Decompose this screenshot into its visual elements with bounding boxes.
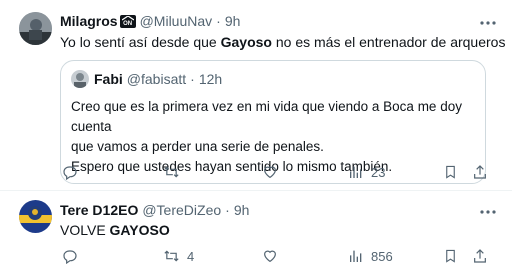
avatar-fabi xyxy=(71,70,89,88)
highlighted-word: Gayoso xyxy=(220,34,272,50)
avatar-milagros[interactable] xyxy=(19,12,52,45)
share-icon xyxy=(474,165,486,179)
author-name[interactable]: Milagros xyxy=(60,13,118,29)
like-button[interactable] xyxy=(262,164,278,180)
retweet-icon xyxy=(164,166,179,178)
reply-button[interactable] xyxy=(62,164,78,180)
tweet-time[interactable]: 9h xyxy=(225,13,241,29)
views-icon xyxy=(350,166,362,178)
tweet-time[interactable]: 9h xyxy=(234,202,250,218)
retweet-icon xyxy=(164,250,179,262)
tweet1-header: Milagros ON @MiluuNav · 9h xyxy=(60,13,240,29)
views-count: 23 xyxy=(371,164,386,180)
share-button[interactable] xyxy=(472,248,488,264)
tweet-text: VOLVE GAYOSO xyxy=(60,222,170,238)
views-icon xyxy=(350,250,362,262)
views-button[interactable]: 856 xyxy=(348,248,393,264)
reply-icon xyxy=(63,250,77,264)
tweet-text: Yo lo sentí así desde que Gayoso no es m… xyxy=(60,34,506,50)
avatar-photo xyxy=(19,12,52,45)
reply-button[interactable] xyxy=(62,248,78,264)
tweet2-header: Tere D12EO @TereDiZeo · 9h xyxy=(60,202,249,218)
quote-header: Fabi @fabisatt · 12h xyxy=(94,71,222,87)
tweet-divider xyxy=(0,190,512,191)
share-icon xyxy=(474,249,486,263)
quote-time: 12h xyxy=(198,71,223,87)
bookmark-button[interactable] xyxy=(443,164,458,180)
avatar-tere[interactable] xyxy=(19,200,52,233)
quote-author-handle: @fabisatt xyxy=(126,71,187,87)
like-button[interactable] xyxy=(262,248,278,264)
avatar-photo xyxy=(71,70,89,88)
views-button[interactable]: 23 xyxy=(348,164,385,180)
bookmark-icon xyxy=(446,249,455,263)
retweet-count: 4 xyxy=(187,248,195,264)
author-handle[interactable]: @MiluuNav xyxy=(140,13,213,29)
separator-dot: · xyxy=(216,13,221,29)
views-count: 856 xyxy=(371,248,393,264)
quote-author-name: Fabi xyxy=(94,71,123,87)
author-badge: ON xyxy=(119,14,136,28)
quote-line: Creo que es la primera vez en mi vida qu… xyxy=(71,99,462,134)
bookmark-button[interactable] xyxy=(443,248,458,264)
quote-line: que vamos a perder una serie de penales. xyxy=(71,139,324,154)
quote-text: Creo que es la primera vez en mi vida qu… xyxy=(71,97,485,177)
retweet-button[interactable] xyxy=(163,164,180,180)
share-button[interactable] xyxy=(472,164,488,180)
quote-line: Espero que ustedes hayan sentido lo mism… xyxy=(71,159,393,174)
retweet-button[interactable]: 4 xyxy=(163,248,194,264)
bookmark-icon xyxy=(446,165,455,179)
like-icon xyxy=(264,250,276,263)
avatar-photo xyxy=(19,200,52,233)
like-icon xyxy=(264,166,276,179)
highlighted-word: GAYOSO xyxy=(109,222,170,238)
more-icon[interactable] xyxy=(479,14,497,32)
author-name[interactable]: Tere D12EO xyxy=(60,202,138,218)
separator-dot: · xyxy=(225,202,230,218)
more-icon[interactable] xyxy=(479,203,497,221)
separator-dot: · xyxy=(190,71,195,87)
author-handle[interactable]: @TereDiZeo xyxy=(142,202,221,218)
reply-icon xyxy=(63,166,77,180)
